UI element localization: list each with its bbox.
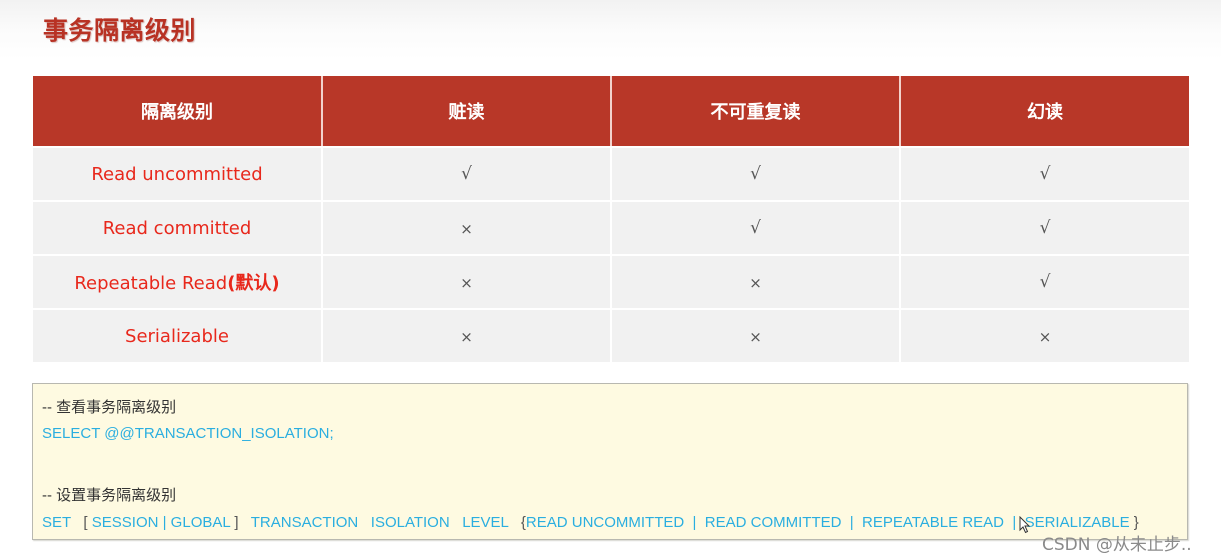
page-title: 事务隔离级别 [43,16,197,45]
level-label: Read uncommitted [91,163,263,185]
cross-icon: × [749,273,762,292]
level-label: Repeatable Read [74,273,228,294]
level-name: Repeatable Read(默认) [74,273,279,294]
check-icon: √ [1039,218,1051,238]
cross-icon: × [1038,327,1052,346]
close-brace: } [1133,514,1139,531]
check-icon: √ [461,164,472,184]
cross-icon: × [460,327,473,346]
header-dirty-read: 赃读 [321,76,611,148]
kw-isolation: ISOLATION [370,514,450,531]
cross-icon: × [749,327,762,346]
kw-transaction: TRANSACTION [250,514,359,531]
non-repeatable-read-cell: √ [610,146,900,201]
dirty-read-cell: × [321,308,611,362]
level-name: Read committed [103,218,252,239]
level-label: Serializable [125,325,229,347]
level-cell: Repeatable Read(默认) [33,254,322,309]
check-icon: √ [750,164,761,184]
check-icon: √ [1039,272,1051,292]
header-isolation-level: 隔离级别 [33,76,322,148]
check-icon: √ [1039,164,1051,184]
kw-set: SET [42,514,71,531]
table-row: Serializable × × × [33,308,1189,362]
kw-level: LEVEL [462,514,509,531]
level-name: Serializable [125,326,229,347]
scope-options: SESSION | GLOBAL [91,514,231,531]
level-options: READ UNCOMMITTED | READ COMMITTED | REPE… [525,514,1130,531]
non-repeatable-read-cell: √ [610,200,900,255]
table-header-row: 隔离级别 赃读 不可重复读 幻读 [33,76,1189,148]
level-cell: Read committed [33,200,322,255]
non-repeatable-read-cell: × [610,254,900,309]
csdn-watermark: CSDN @从未止步.. [1042,535,1192,555]
code-set-statement: SET [ SESSION | GLOBAL ] TRANSACTION ISO… [42,514,1139,531]
dirty-read-cell: × [321,200,611,255]
mouse-cursor-icon [1019,516,1031,534]
isolation-level-table: 隔离级别 赃读 不可重复读 幻读 Read uncommitted √ √ √ … [33,76,1189,362]
code-comment-set: -- 设置事务隔离级别 [42,487,177,504]
dirty-read-cell: √ [321,146,611,201]
level-label: Read committed [102,217,252,239]
table-row: Read committed × √ √ [33,200,1189,255]
header-non-repeatable-read: 不可重复读 [610,76,900,148]
cross-icon: × [460,219,473,238]
phantom-read-cell: √ [899,200,1189,255]
cross-icon: × [460,273,473,292]
level-cell: Read uncommitted [33,146,322,201]
phantom-read-cell: √ [899,254,1189,309]
code-comment-view: -- 查看事务隔离级别 [42,399,177,416]
level-name: Read uncommitted [91,164,262,185]
non-repeatable-read-cell: × [610,308,900,362]
code-select-statement: SELECT @@TRANSACTION_ISOLATION; [42,425,334,442]
table-row: Repeatable Read(默认) × × √ [33,254,1189,309]
default-note: (默认) [227,273,280,294]
sql-code-block: -- 查看事务隔离级别 SELECT @@TRANSACTION_ISOLATI… [32,383,1188,540]
phantom-read-cell: × [899,308,1189,362]
dirty-read-cell: × [321,254,611,309]
check-icon: √ [750,218,761,238]
header-phantom-read: 幻读 [899,76,1189,148]
phantom-read-cell: √ [899,146,1189,201]
level-cell: Serializable [33,308,322,362]
table-row: Read uncommitted √ √ √ [33,146,1189,201]
